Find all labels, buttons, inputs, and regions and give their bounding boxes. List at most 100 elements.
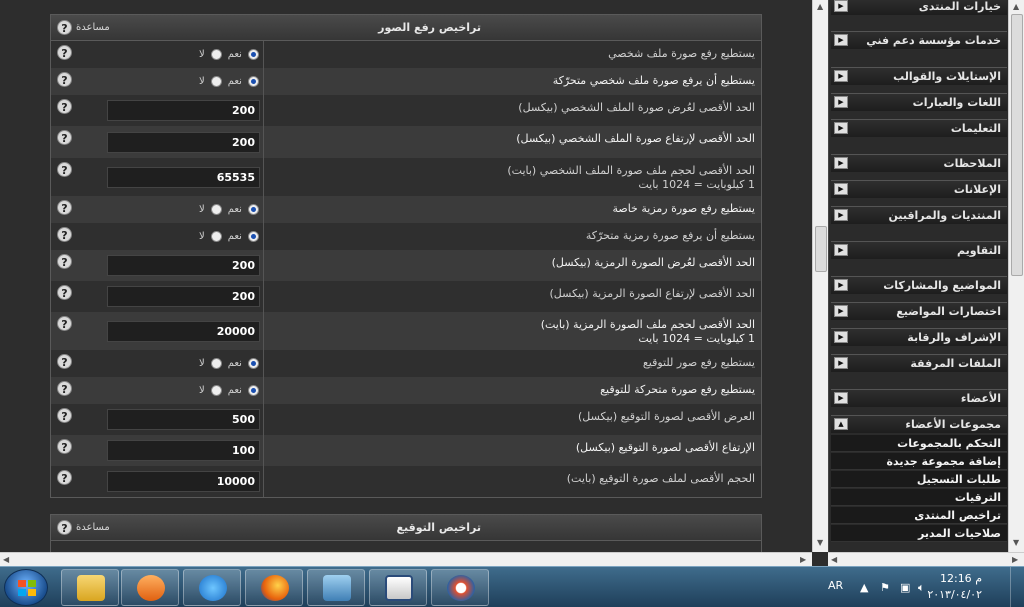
expand-icon[interactable]: ▶ bbox=[834, 34, 848, 46]
show-hidden-icons-icon[interactable]: ▲ bbox=[860, 581, 868, 594]
sidebar-section[interactable]: ▶ اللغات والعبارات bbox=[831, 93, 1007, 111]
taskbar-media-player-button[interactable] bbox=[121, 569, 179, 606]
help-label[interactable]: مساعدة bbox=[76, 522, 110, 533]
taskbar-firefox-button[interactable] bbox=[245, 569, 303, 606]
taskbar-app-button[interactable] bbox=[431, 569, 489, 606]
expand-icon[interactable]: ▶ bbox=[834, 122, 848, 134]
sidebar-section[interactable]: ▶ المواضيع والمشاركات bbox=[831, 276, 1007, 294]
help-icon[interactable]: ? bbox=[57, 439, 72, 454]
scroll-left-arrow-icon[interactable]: ◀ bbox=[831, 555, 837, 564]
help-icon[interactable]: ? bbox=[57, 99, 72, 114]
taskbar-explorer-button[interactable] bbox=[61, 569, 119, 606]
expand-icon[interactable]: ▶ bbox=[834, 183, 848, 195]
sidebar-section-label[interactable]: اللغات والعبارات bbox=[913, 96, 1001, 109]
expand-icon[interactable]: ▶ bbox=[834, 331, 848, 343]
radio-yes[interactable] bbox=[247, 76, 259, 87]
sidebar-subitem[interactable]: طلبات التسجيل bbox=[831, 471, 1007, 488]
sidebar-subitem[interactable]: تراخيص المنتدى bbox=[831, 507, 1007, 524]
sidebar-section[interactable]: ▶ الإعلانات bbox=[831, 180, 1007, 198]
expand-icon[interactable]: ▶ bbox=[834, 70, 848, 82]
panel-help[interactable]: ? مساعدة bbox=[57, 520, 110, 535]
taskbar-window-button[interactable] bbox=[369, 569, 427, 606]
sidebar-section[interactable]: ▶ الإشراف والرقابة bbox=[831, 328, 1007, 346]
sidebar-section-label[interactable]: خدمات مؤسسة دعم فني bbox=[866, 34, 1001, 47]
sidebar-subitem[interactable]: التحكم بالمجموعات bbox=[831, 435, 1007, 452]
sidebar-section-label[interactable]: اختصارات المواضيع bbox=[896, 305, 1001, 318]
expand-icon[interactable]: ▶ bbox=[834, 157, 848, 169]
scroll-right-arrow-icon[interactable]: ▶ bbox=[1012, 555, 1018, 564]
main-horizontal-scrollbar[interactable]: ◀ ▶ bbox=[0, 552, 812, 566]
sidebar-section-label[interactable]: المواضيع والمشاركات bbox=[883, 279, 1001, 292]
scroll-up-arrow-icon[interactable]: ▲ bbox=[1013, 2, 1019, 11]
clock-date[interactable]: ٢٠١٣/٠٤/٠٢ bbox=[927, 588, 982, 601]
sidebar-section[interactable]: ▶ اختصارات المواضيع bbox=[831, 302, 1007, 320]
sidebar-section[interactable]: ▶ الملاحظات bbox=[831, 154, 1007, 172]
sidebar-section-label[interactable]: الملاحظات bbox=[944, 157, 1001, 170]
help-icon[interactable]: ? bbox=[57, 254, 72, 269]
expand-icon[interactable]: ▶ bbox=[834, 209, 848, 221]
help-icon[interactable]: ? bbox=[57, 381, 72, 396]
sidebar-section-label[interactable]: الملفات المرفقة bbox=[910, 357, 1001, 370]
sidebar-subitem-label[interactable]: التحكم بالمجموعات bbox=[897, 437, 1001, 450]
radio-no[interactable] bbox=[210, 49, 222, 60]
expand-icon[interactable]: ▶ bbox=[834, 392, 848, 404]
sidebar-section[interactable]: ▶ خيارات المنتدى bbox=[831, 0, 1007, 15]
sidebar-subitem[interactable]: صلاحيات المدير bbox=[831, 525, 1007, 542]
number-input[interactable] bbox=[107, 440, 260, 461]
sidebar-section-label[interactable]: الإستايلات والقوالب bbox=[893, 70, 1001, 83]
sidebar-subitem-label[interactable]: الترقيات bbox=[955, 491, 1001, 504]
sidebar-subitem-label[interactable]: تراخيص المنتدى bbox=[914, 509, 1001, 522]
number-input[interactable] bbox=[107, 409, 260, 430]
radio-no[interactable] bbox=[210, 385, 222, 396]
help-icon[interactable]: ? bbox=[57, 520, 72, 535]
help-icon[interactable]: ? bbox=[57, 130, 72, 145]
number-input[interactable] bbox=[107, 471, 260, 492]
sidebar-section-label[interactable]: خيارات المنتدى bbox=[919, 0, 1001, 13]
help-icon[interactable]: ? bbox=[57, 227, 72, 242]
number-input[interactable] bbox=[107, 286, 260, 307]
sidebar-section-label[interactable]: الإعلانات bbox=[954, 183, 1001, 196]
help-icon[interactable]: ? bbox=[57, 72, 72, 87]
number-input[interactable] bbox=[107, 132, 260, 153]
sidebar-section-label[interactable]: التقاويم bbox=[957, 244, 1001, 257]
volume-icon[interactable]: 🔈︎ bbox=[918, 581, 925, 595]
sidebar-subitem-label[interactable]: صلاحيات المدير bbox=[918, 527, 1001, 540]
action-center-flag-icon[interactable]: ⚑ bbox=[880, 581, 890, 594]
help-label[interactable]: مساعدة bbox=[76, 22, 110, 33]
sidebar-subitem-label[interactable]: طلبات التسجيل bbox=[917, 473, 1001, 486]
scrollbar-thumb[interactable] bbox=[1011, 14, 1023, 276]
expand-icon[interactable]: ▶ bbox=[834, 357, 848, 369]
start-button[interactable] bbox=[4, 569, 48, 606]
sidebar-section[interactable]: ▲ مجموعات الأعضاء bbox=[831, 415, 1007, 433]
collapse-icon[interactable]: ▲ bbox=[834, 418, 848, 430]
help-icon[interactable]: ? bbox=[57, 470, 72, 485]
sidebar-section-label[interactable]: المنتديات والمراقبين bbox=[888, 209, 1001, 222]
sidebar-subitem[interactable]: الترقيات bbox=[831, 489, 1007, 506]
radio-no[interactable] bbox=[210, 231, 222, 242]
sidebar-subitem-label[interactable]: إضافة مجموعة جديدة bbox=[886, 455, 1001, 468]
scroll-up-arrow-icon[interactable]: ▲ bbox=[817, 2, 823, 11]
scroll-down-arrow-icon[interactable]: ▼ bbox=[1013, 538, 1019, 547]
help-icon[interactable]: ? bbox=[57, 354, 72, 369]
panel-help[interactable]: ? مساعدة bbox=[57, 20, 110, 35]
expand-icon[interactable]: ▶ bbox=[834, 279, 848, 291]
network-icon[interactable]: ▣ bbox=[900, 581, 910, 594]
sidebar-section[interactable]: ▶ المنتديات والمراقبين bbox=[831, 206, 1007, 224]
taskbar-internet-explorer-button[interactable] bbox=[183, 569, 241, 606]
sidebar-section[interactable]: ▶ الملفات المرفقة bbox=[831, 354, 1007, 372]
taskbar-control-panel-button[interactable] bbox=[307, 569, 365, 606]
help-icon[interactable]: ? bbox=[57, 200, 72, 215]
number-input[interactable] bbox=[107, 255, 260, 276]
radio-no[interactable] bbox=[210, 204, 222, 215]
language-indicator[interactable]: AR bbox=[828, 579, 843, 592]
help-icon[interactable]: ? bbox=[57, 285, 72, 300]
scroll-down-arrow-icon[interactable]: ▼ bbox=[817, 538, 823, 547]
radio-no[interactable] bbox=[210, 76, 222, 87]
radio-yes[interactable] bbox=[247, 231, 259, 242]
scroll-right-arrow-icon[interactable]: ▶ bbox=[800, 555, 806, 564]
help-icon[interactable]: ? bbox=[57, 408, 72, 423]
help-icon[interactable]: ? bbox=[57, 316, 72, 331]
number-input[interactable] bbox=[107, 100, 260, 121]
sidebar-horizontal-scrollbar[interactable]: ◀ ▶ bbox=[828, 552, 1024, 566]
help-icon[interactable]: ? bbox=[57, 20, 72, 35]
